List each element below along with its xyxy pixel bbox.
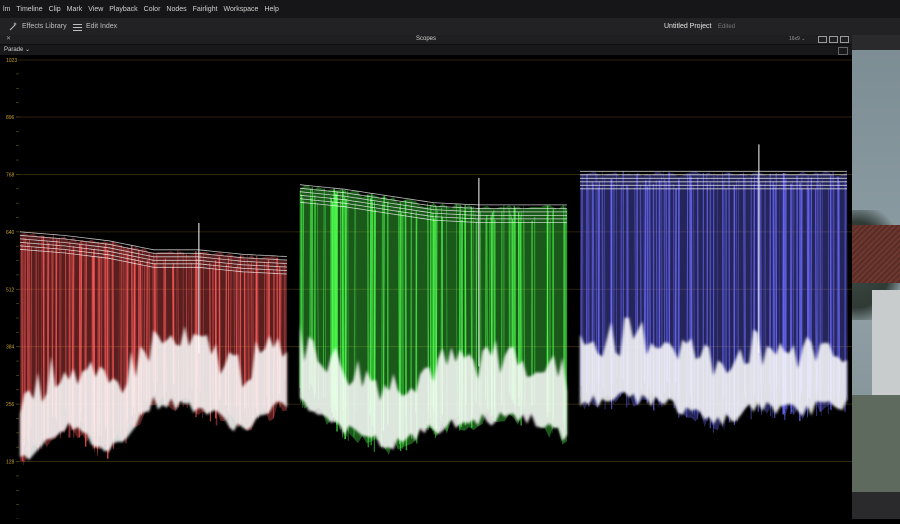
- single-layout-icon[interactable]: [818, 36, 827, 43]
- scope-options-icon[interactable]: [838, 47, 848, 55]
- menu-item-timeline[interactable]: Timeline: [16, 6, 42, 13]
- wall-region: [872, 290, 900, 400]
- dual-layout-icon[interactable]: [829, 36, 838, 43]
- menu-item-lm[interactable]: lm: [3, 6, 10, 13]
- axis-tick-label: 128: [6, 460, 15, 466]
- menu-item-fairlight[interactable]: Fairlight: [193, 6, 218, 13]
- menu-item-color[interactable]: Color: [144, 6, 161, 13]
- quad-layout-icon[interactable]: [840, 36, 849, 43]
- menu-item-playback[interactable]: Playback: [109, 6, 137, 13]
- edit-index-button[interactable]: Edit Index: [73, 18, 117, 35]
- waveform-streak: [676, 188, 677, 382]
- menu-item-mark[interactable]: Mark: [67, 6, 83, 13]
- axis-tick-label: 896: [6, 115, 15, 121]
- edit-index-label: Edit Index: [86, 23, 117, 30]
- axis-tick-label: 1023: [6, 58, 17, 64]
- viewer-preview-image: [852, 50, 900, 492]
- menu-item-view[interactable]: View: [88, 6, 103, 13]
- roof-region: [852, 225, 900, 283]
- scopes-header: ✕ Scopes 16x9 ⌄: [0, 35, 852, 45]
- axis-tick-label: 256: [6, 402, 15, 408]
- channel-b: [580, 144, 847, 432]
- axis-tick-label: 384: [6, 345, 15, 351]
- toolbar: Effects Library Edit Index Untitled Proj…: [0, 18, 900, 36]
- menu-item-help[interactable]: Help: [264, 6, 278, 13]
- menu-item-workspace[interactable]: Workspace: [224, 6, 259, 13]
- menu-bar: lm Timeline Clip Mark View Playback Color Nodes…: [0, 0, 900, 18]
- project-status: Edited: [718, 18, 735, 35]
- channel-r: [20, 223, 287, 465]
- parade-waveform: 1023 896 768 640 512 384 256 128: [0, 55, 852, 519]
- menu-item-nodes[interactable]: Nodes: [166, 6, 186, 13]
- axis-tick-label: 768: [6, 172, 15, 178]
- scope-mode-select[interactable]: Parade ⌄: [4, 45, 30, 55]
- effects-library-label: Effects Library: [22, 23, 67, 30]
- list-icon: [73, 23, 82, 31]
- resolution-select[interactable]: 16x9 ⌄: [789, 35, 805, 44]
- axis-tick-label: 512: [6, 287, 15, 293]
- channel-g: [300, 178, 567, 455]
- parade-scope: 1023 896 768 640 512 384 256 128: [0, 55, 852, 519]
- ground-region: [852, 395, 900, 492]
- menu-item-clip[interactable]: Clip: [49, 6, 61, 13]
- effects-library-button[interactable]: Effects Library: [9, 18, 67, 35]
- magic-wand-icon: [9, 22, 18, 31]
- scope-mode-bar: Parade ⌄: [0, 45, 852, 55]
- scopes-title: Scopes: [0, 35, 852, 44]
- project-title: Untitled Project: [664, 18, 711, 35]
- axis-tick-label: 640: [6, 230, 15, 236]
- waveform-streak: [416, 218, 417, 413]
